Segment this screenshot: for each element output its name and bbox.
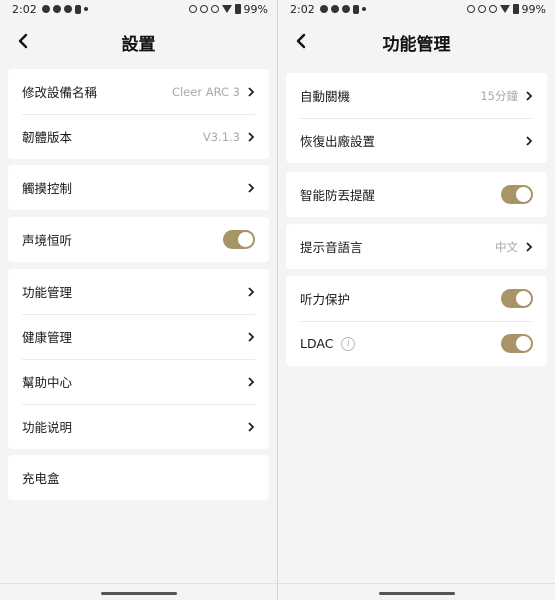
hearing-protection-row: 听力保护 — [286, 276, 547, 321]
more-notifications-icon — [361, 7, 366, 11]
row-label: 幫助中心 — [22, 375, 73, 390]
row-label: 修改設備名稱 — [22, 85, 98, 100]
vibrate-icon — [199, 5, 208, 13]
location-icon — [466, 5, 475, 13]
facebook-notification-icon — [63, 5, 72, 13]
gesture-nav-bar — [0, 583, 277, 600]
chevron-right-icon — [248, 182, 255, 193]
row-label: LDAC — [300, 336, 334, 351]
chevron-right-icon — [248, 376, 255, 387]
factory-reset-row[interactable]: 恢復出廠設置 — [286, 118, 547, 163]
ambient-sound-toggle[interactable] — [223, 230, 255, 249]
management-card: 功能管理 健康管理 幫助中心 功能说明 — [8, 269, 269, 449]
feature-guide-row[interactable]: 功能说明 — [8, 404, 269, 449]
status-time: 2:02 — [290, 2, 315, 16]
hearing-protection-toggle[interactable] — [501, 289, 533, 308]
touch-control-row[interactable]: 觸摸控制 — [8, 165, 269, 210]
auto-power-off-row[interactable]: 自動關機 15分鐘 — [286, 73, 547, 118]
home-gesture-handle[interactable] — [378, 592, 455, 595]
back-arrow-icon — [18, 33, 28, 49]
info-icon[interactable]: i — [341, 336, 356, 351]
help-center-row[interactable]: 幫助中心 — [8, 359, 269, 404]
anti-loss-toggle[interactable] — [501, 185, 533, 204]
battery-percent: 99% — [243, 2, 268, 16]
facebook-notification-icon — [330, 5, 339, 13]
chevron-right-icon — [248, 131, 255, 142]
row-label: 声境恒听 — [22, 233, 73, 248]
row-label: 自動關機 — [300, 89, 351, 104]
chevron-right-icon — [526, 90, 533, 101]
charging-case-row[interactable]: 充电盒 — [8, 455, 269, 500]
page-title: 功能管理 — [382, 34, 451, 55]
firmware-version-row[interactable]: 韌體版本 V3.1.3 — [8, 114, 269, 159]
chevron-right-icon — [526, 135, 533, 146]
home-gesture-handle[interactable] — [100, 592, 177, 595]
row-label: 提示音語言 — [300, 240, 363, 255]
touch-control-card: 觸摸控制 — [8, 165, 269, 210]
health-management-row[interactable]: 健康管理 — [8, 314, 269, 359]
notification-icon — [352, 4, 359, 14]
auto-power-off-value: 15分鐘 — [480, 88, 518, 103]
settings-screen: 2:02 99% 設置 修改設備名稱 Cleer ARC 3 韌體版本 V3.1… — [0, 0, 277, 600]
dnd-icon — [210, 5, 219, 13]
more-notifications-icon — [83, 7, 88, 11]
back-button[interactable] — [12, 30, 34, 52]
back-button[interactable] — [290, 30, 312, 52]
notification-icon — [74, 4, 81, 14]
status-time: 2:02 — [12, 2, 37, 16]
facebook-notification-icon — [341, 5, 350, 13]
facebook-notification-icon — [319, 5, 328, 13]
page-title: 設置 — [121, 34, 156, 55]
facebook-notification-icon — [41, 5, 50, 13]
battery-percent: 99% — [521, 2, 546, 16]
row-label: 恢復出廠設置 — [300, 134, 376, 149]
row-label: 功能说明 — [22, 420, 73, 435]
status-bar: 2:02 99% — [0, 0, 277, 18]
wifi-icon — [221, 5, 232, 13]
chevron-right-icon — [248, 86, 255, 97]
battery-icon — [234, 4, 241, 14]
prompt-language-value: 中文 — [495, 239, 518, 254]
ambient-sound-row: 声境恒听 — [8, 217, 269, 262]
battery-icon — [512, 4, 519, 14]
dnd-icon — [488, 5, 497, 13]
location-icon — [188, 5, 197, 13]
ldac-row: LDAC i — [286, 321, 547, 366]
charging-case-card: 充电盒 — [8, 455, 269, 500]
rename-device-row[interactable]: 修改設備名稱 Cleer ARC 3 — [8, 69, 269, 114]
chevron-right-icon — [248, 421, 255, 432]
row-label: 觸摸控制 — [22, 181, 73, 196]
app-header: 設置 — [0, 18, 277, 66]
chevron-right-icon — [248, 286, 255, 297]
power-card: 自動關機 15分鐘 恢復出廠設置 — [286, 73, 547, 163]
function-management-row[interactable]: 功能管理 — [8, 269, 269, 314]
back-arrow-icon — [296, 33, 306, 49]
row-label: 健康管理 — [22, 330, 73, 345]
gesture-nav-bar — [278, 583, 555, 600]
ambient-sound-card: 声境恒听 — [8, 217, 269, 262]
facebook-notification-icon — [52, 5, 61, 13]
device-name-value: Cleer ARC 3 — [171, 84, 240, 99]
prompt-language-row[interactable]: 提示音語言 中文 — [286, 224, 547, 269]
device-info-card: 修改設備名稱 Cleer ARC 3 韌體版本 V3.1.3 — [8, 69, 269, 159]
wifi-icon — [499, 5, 510, 13]
chevron-right-icon — [526, 241, 533, 252]
row-label: 智能防丟提醒 — [300, 188, 376, 203]
prompt-language-card: 提示音語言 中文 — [286, 224, 547, 269]
status-bar: 2:02 99% — [278, 0, 555, 18]
row-label: 功能管理 — [22, 285, 73, 300]
row-label: 韌體版本 — [22, 130, 73, 145]
firmware-version-value: V3.1.3 — [202, 129, 240, 144]
function-management-screen: 2:02 99% 功能管理 自動關機 15分鐘 恢復出廠設置 智能防丟提醒 提示… — [278, 0, 555, 600]
app-header: 功能管理 — [278, 18, 555, 66]
anti-loss-card: 智能防丟提醒 — [286, 172, 547, 217]
vibrate-icon — [477, 5, 486, 13]
ldac-toggle[interactable] — [501, 334, 533, 353]
audio-card: 听力保护 LDAC i — [286, 276, 547, 366]
row-label: 充电盒 — [22, 471, 60, 486]
chevron-right-icon — [248, 331, 255, 342]
anti-loss-row: 智能防丟提醒 — [286, 172, 547, 217]
row-label: 听力保护 — [300, 292, 351, 307]
